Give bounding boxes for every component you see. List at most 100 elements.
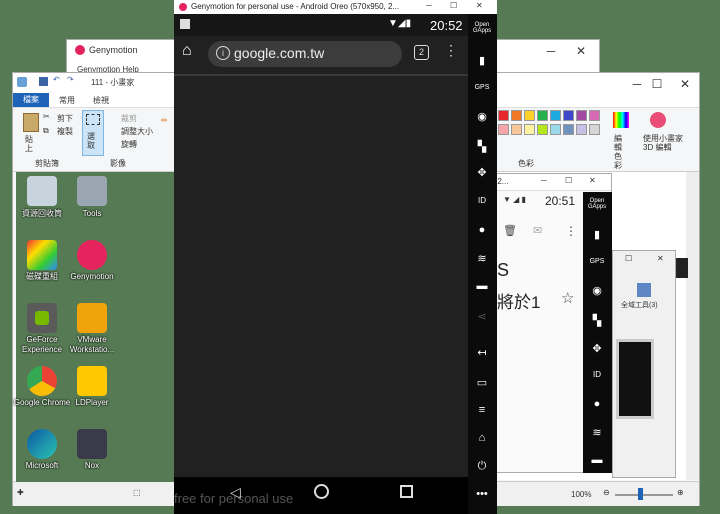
emulator-back-close[interactable]: ✕ xyxy=(589,176,596,185)
paste-icon[interactable] xyxy=(23,113,39,132)
power-icon[interactable]: ⏻ xyxy=(468,460,496,473)
paint3d-icon[interactable] xyxy=(650,112,666,128)
disk-icon[interactable]: ● xyxy=(583,398,611,410)
redo-icon[interactable]: ↷ xyxy=(67,75,74,84)
url-bar[interactable]: i google.com.tw xyxy=(208,41,402,67)
vmware-icon[interactable] xyxy=(77,303,107,333)
more-icon[interactable]: ••• xyxy=(468,488,496,500)
nox-icon[interactable] xyxy=(77,429,107,459)
color-swatch[interactable] xyxy=(589,110,600,121)
color-swatch[interactable] xyxy=(498,124,509,135)
webcam-icon[interactable]: ◉ xyxy=(468,110,496,123)
more-icon[interactable]: ⋮ xyxy=(565,224,577,238)
nav-back-icon[interactable]: ◁ xyxy=(230,484,241,501)
color-swatch[interactable] xyxy=(537,110,548,121)
battery-icon[interactable]: ▮ xyxy=(468,54,496,67)
wifi-icon[interactable]: ≋ xyxy=(468,252,496,265)
color-swatch[interactable] xyxy=(576,124,587,135)
id-icon[interactable]: ID xyxy=(583,370,611,379)
menu-icon[interactable]: ≡ xyxy=(468,404,496,416)
star-icon[interactable]: ☆ xyxy=(561,289,574,307)
color-swatch[interactable] xyxy=(511,124,522,135)
zoom-slider[interactable] xyxy=(615,494,673,496)
genymotion-icon[interactable] xyxy=(77,240,107,270)
color-swatch[interactable] xyxy=(550,110,561,121)
webcam-icon[interactable]: ◉ xyxy=(583,284,611,297)
edge-icon[interactable] xyxy=(27,429,57,459)
opengapps-icon[interactable]: Open GApps xyxy=(583,198,611,210)
rotate-button[interactable]: 旋轉 xyxy=(121,139,137,150)
crop-button[interactable]: 裁剪 xyxy=(121,113,137,124)
color-swatch[interactable] xyxy=(563,110,574,121)
copy-button[interactable]: 複製 xyxy=(57,126,73,137)
wifi-icon[interactable]: ≋ xyxy=(583,426,611,439)
browser-menu-icon[interactable]: ⋮ xyxy=(444,42,458,59)
home-icon[interactable]: ⌂ xyxy=(468,432,496,444)
save-icon[interactable] xyxy=(39,77,48,86)
color-swatch[interactable] xyxy=(537,124,548,135)
chrome-icon[interactable] xyxy=(27,366,57,396)
paint-close-button[interactable]: ✕ xyxy=(671,73,699,95)
zoom-out-button[interactable]: ⊖ xyxy=(603,488,610,497)
disk-icon[interactable]: ● xyxy=(468,224,496,236)
gps-icon[interactable]: GPS xyxy=(468,84,496,91)
color-swatch[interactable] xyxy=(563,124,574,135)
edit-colors-icon[interactable] xyxy=(613,112,629,128)
color-swatch[interactable] xyxy=(524,110,535,121)
color-swatch[interactable] xyxy=(576,110,587,121)
pencil-icon[interactable]: ✏ xyxy=(161,116,168,125)
tab-file[interactable]: 檔案 xyxy=(13,93,49,107)
info-icon[interactable]: i xyxy=(216,46,230,60)
tab-switcher-button[interactable]: 2 xyxy=(414,45,429,60)
paint3d-button[interactable]: 使用小畫家 3D 編輯 xyxy=(643,134,683,152)
move-icon[interactable]: ✥ xyxy=(468,166,496,179)
geforce-icon[interactable] xyxy=(27,303,57,333)
opengapps-icon[interactable]: Open GApps xyxy=(468,22,496,34)
recent-icon[interactable]: ▭ xyxy=(468,376,496,389)
color-swatch[interactable] xyxy=(511,110,522,121)
tools-icon[interactable] xyxy=(77,176,107,206)
emulator-close-button[interactable]: ✕ xyxy=(476,1,483,10)
clapper-icon[interactable]: ▚ xyxy=(468,140,496,153)
close-button[interactable]: ✕ xyxy=(567,40,595,62)
nav-recent-icon[interactable] xyxy=(400,485,413,498)
minimize-button[interactable]: ─ xyxy=(537,40,565,62)
undo-icon[interactable]: ↶ xyxy=(53,75,60,84)
emulator-back-minimize[interactable]: ─ xyxy=(541,176,547,185)
tab-view[interactable]: 檢視 xyxy=(93,95,109,106)
small-window-close[interactable]: ✕ xyxy=(657,254,664,263)
cut-button[interactable]: 剪下 xyxy=(57,113,73,124)
vertical-scrollbar[interactable] xyxy=(686,172,699,480)
small-window-minimize[interactable]: ☐ xyxy=(625,254,632,263)
id-icon[interactable]: ID xyxy=(468,196,496,205)
color-swatch[interactable] xyxy=(498,110,509,121)
android-screen[interactable]: ▼◢▮ 20:52 ⌂ i google.com.tw 2 ⋮ xyxy=(174,14,468,477)
defrag-icon[interactable] xyxy=(27,240,57,270)
battery-icon[interactable]: ▮ xyxy=(583,228,611,241)
ldplayer-icon[interactable] xyxy=(77,366,107,396)
recycle-bin-icon[interactable] xyxy=(27,176,57,206)
resize-button[interactable]: 調整大小 xyxy=(121,126,153,137)
share-icon[interactable]: ⋖ xyxy=(468,310,496,323)
sms-icon[interactable]: ▬ xyxy=(583,454,611,466)
home-icon[interactable]: ⌂ xyxy=(182,42,192,60)
color-swatch[interactable] xyxy=(550,124,561,135)
nav-home-icon[interactable] xyxy=(314,484,329,499)
color-swatch[interactable] xyxy=(524,124,535,135)
delete-icon[interactable]: 🗑 xyxy=(503,224,517,237)
move-icon[interactable]: ✥ xyxy=(583,342,611,355)
back-icon[interactable]: ↤ xyxy=(468,346,496,359)
mail-icon[interactable]: ✉ xyxy=(533,224,542,237)
emulator-minimize-button[interactable]: ─ xyxy=(426,1,432,10)
zoom-slider-thumb[interactable] xyxy=(638,488,643,500)
clapper-icon[interactable]: ▚ xyxy=(583,314,611,327)
paint-maximize-button[interactable]: ☐ xyxy=(643,73,671,95)
tab-home[interactable]: 常用 xyxy=(59,95,75,106)
emulator-maximize-button[interactable]: ☐ xyxy=(450,1,457,10)
emulator-back-maximize[interactable]: ☐ xyxy=(565,176,572,185)
edit-colors-button[interactable]: 編輯色彩 xyxy=(614,134,628,170)
color-swatch[interactable] xyxy=(589,124,600,135)
sms-icon[interactable]: ▬ xyxy=(468,280,496,292)
gps-icon[interactable]: GPS xyxy=(583,258,611,265)
paste-button[interactable]: 貼上 xyxy=(25,135,37,153)
